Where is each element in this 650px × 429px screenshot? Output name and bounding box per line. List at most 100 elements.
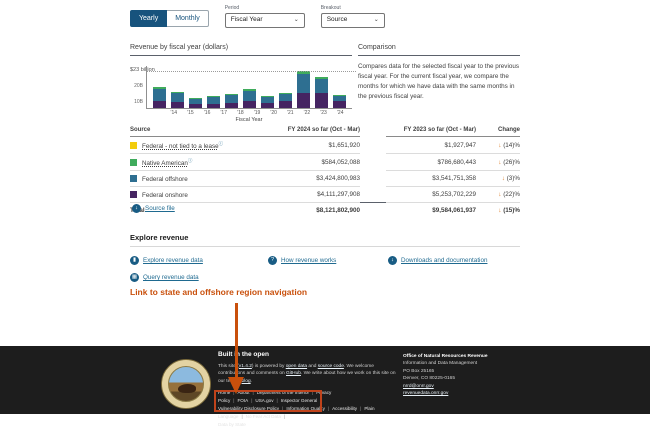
col-fy2024: FY 2024 so far (Oct - Mar) xyxy=(268,124,360,137)
bar-segment xyxy=(297,74,310,93)
bar-fy23[interactable] xyxy=(315,77,328,108)
annotation-arrow xyxy=(235,303,238,378)
period-toggle: Yearly Monthly xyxy=(130,10,209,27)
down-arrow-icon: ↓ xyxy=(502,175,505,182)
period-label: Period xyxy=(225,5,305,11)
bar-segment xyxy=(333,101,346,108)
source-code-link[interactable]: source code xyxy=(318,364,344,369)
x-tick-label: '23 xyxy=(318,110,330,116)
annotation-arrowhead-icon xyxy=(228,377,244,394)
bar-fy18[interactable] xyxy=(225,94,238,108)
legend-swatch xyxy=(130,142,137,149)
open-data-link[interactable]: open data xyxy=(286,364,307,369)
period-select-group: Period Fiscal Year ⌄ xyxy=(225,5,305,28)
change-value: (22)% xyxy=(503,191,520,198)
info-icon[interactable]: ⓘ xyxy=(219,141,224,146)
x-tick-label: '18 xyxy=(235,110,247,116)
source-link[interactable]: Native American xyxy=(142,160,188,167)
explore-link-item: ▮ Explore revenue data xyxy=(130,256,268,265)
x-tick-label: '15 xyxy=(185,110,197,116)
table-header-row: Source FY 2024 so far (Oct - Mar) FY 202… xyxy=(130,124,520,137)
table-row: Federal onshore $4,111,297,908 $5,253,70… xyxy=(130,187,520,203)
change-value: (3)% xyxy=(507,175,520,182)
bar-segment xyxy=(261,103,274,108)
bar-segment xyxy=(315,79,328,93)
x-tick-label: '14 xyxy=(168,110,180,116)
down-arrow-icon: ↓ xyxy=(498,191,501,198)
x-tick-label: '22 xyxy=(301,110,313,116)
site-url-link[interactable]: revenuedata.onrr.gov xyxy=(403,390,533,397)
source-label: Federal onshore xyxy=(142,192,188,199)
doi-seal-logo xyxy=(161,359,211,409)
explore-revenue-data-link[interactable]: Explore revenue data xyxy=(143,257,203,264)
yearly-toggle-button[interactable]: Yearly xyxy=(130,10,167,27)
bar-fy20[interactable] xyxy=(261,96,274,108)
bar-fy21[interactable] xyxy=(279,93,292,108)
how-revenue-works-link[interactable]: How revenue works xyxy=(281,257,336,264)
footer-link[interactable]: No Fear Act Data xyxy=(246,414,281,419)
bar-fy14[interactable] xyxy=(153,87,166,108)
table-total-row: Total $8,121,802,900 $9,584,061,937 ↓ (1… xyxy=(130,203,520,218)
fy2024-value: $4,111,297,908 xyxy=(268,187,360,203)
chevron-down-icon: ⌄ xyxy=(294,17,299,23)
separator: | xyxy=(328,406,329,411)
total-fy2024: $8,121,802,900 xyxy=(268,203,360,218)
bar-fy17[interactable] xyxy=(207,96,220,108)
source-label: Federal offshore xyxy=(142,176,188,183)
explore-revenue-section: Explore revenue ▮ Explore revenue data ?… xyxy=(130,233,520,282)
query-revenue-data-link[interactable]: Query revenue data xyxy=(143,274,199,281)
x-tick-label: '19 xyxy=(251,110,263,116)
footer-link[interactable]: Data by State xyxy=(218,422,246,427)
version-link[interactable]: v1.4.2 xyxy=(239,364,252,369)
bar-fy24[interactable] xyxy=(333,95,346,108)
breakout-select[interactable]: Source ⌄ xyxy=(321,13,385,28)
x-axis-title: Fiscal Year xyxy=(146,117,352,123)
chart-controls: Yearly Monthly Period Fiscal Year ⌄ Brea… xyxy=(130,5,385,28)
footer-link[interactable]: Accessibility xyxy=(332,406,357,411)
explore-link-item: ? How revenue works xyxy=(268,256,388,265)
contact-email-link[interactable]: nrrd@onrr.gov xyxy=(403,383,533,390)
x-tick-label: '21 xyxy=(284,110,296,116)
fy2023-value: $3,541,751,358 xyxy=(386,171,476,187)
fy2024-value: $3,424,800,983 xyxy=(268,171,360,187)
x-tick-label: '24 xyxy=(334,110,346,116)
bar-segment xyxy=(171,102,184,108)
office-name: Office of Natural Resources Revenue xyxy=(403,353,533,360)
bar-fy22[interactable] xyxy=(297,71,310,108)
downloads-documentation-link[interactable]: Downloads and documentation xyxy=(401,257,487,264)
fy2024-value: $1,651,920 xyxy=(268,137,360,154)
bar-fy16[interactable] xyxy=(189,98,202,108)
total-change: (15)% xyxy=(503,207,520,214)
source-link[interactable]: Federal - not tied to a lease xyxy=(142,143,219,150)
y-tick-label: 10B xyxy=(130,99,143,105)
comparison-section: Comparison Compares data for the selecte… xyxy=(358,44,520,102)
down-arrow-icon: ↓ xyxy=(498,142,501,149)
col-fy2023: FY 2023 so far (Oct - Mar) xyxy=(386,124,476,137)
bar-fy15[interactable] xyxy=(171,92,184,108)
info-icon[interactable]: ⓘ xyxy=(188,158,193,163)
explore-link-item: ▦ Query revenue data xyxy=(130,273,268,282)
bar-segment xyxy=(315,93,328,108)
source-file-link[interactable]: Source file xyxy=(145,205,175,212)
bar-fy19[interactable] xyxy=(243,89,256,108)
question-icon: ? xyxy=(268,256,277,265)
legend-swatch xyxy=(130,159,137,166)
change-value: (14)% xyxy=(503,142,520,149)
table-row: Federal - not tied to a leaseⓘ $1,651,92… xyxy=(130,137,520,154)
chart-icon: ▮ xyxy=(130,256,139,265)
tutorial-annotation: Link to state and offshore region naviga… xyxy=(130,287,307,297)
down-arrow-icon: ↓ xyxy=(498,159,501,166)
table-row: Native Americanⓘ $584,052,088 $786,680,4… xyxy=(130,154,520,171)
separator: | xyxy=(241,414,242,419)
doi-seal-inner xyxy=(168,366,204,402)
site-footer: Built in the open This site (v1.4.2) is … xyxy=(0,346,650,414)
breakout-value: Source xyxy=(327,17,348,24)
github-link[interactable]: GitHub xyxy=(286,371,301,376)
chart-xlabels: '14'15'16'17'18'19'20'21'22'23'24 xyxy=(162,109,352,116)
period-select[interactable]: Fiscal Year ⌄ xyxy=(225,13,305,28)
revenue-table: Source FY 2024 so far (Oct - Mar) FY 202… xyxy=(130,124,520,217)
bar-segment xyxy=(207,104,220,109)
x-tick-label: '17 xyxy=(218,110,230,116)
monthly-toggle-button[interactable]: Monthly xyxy=(167,10,209,27)
bar-segment xyxy=(171,93,184,102)
